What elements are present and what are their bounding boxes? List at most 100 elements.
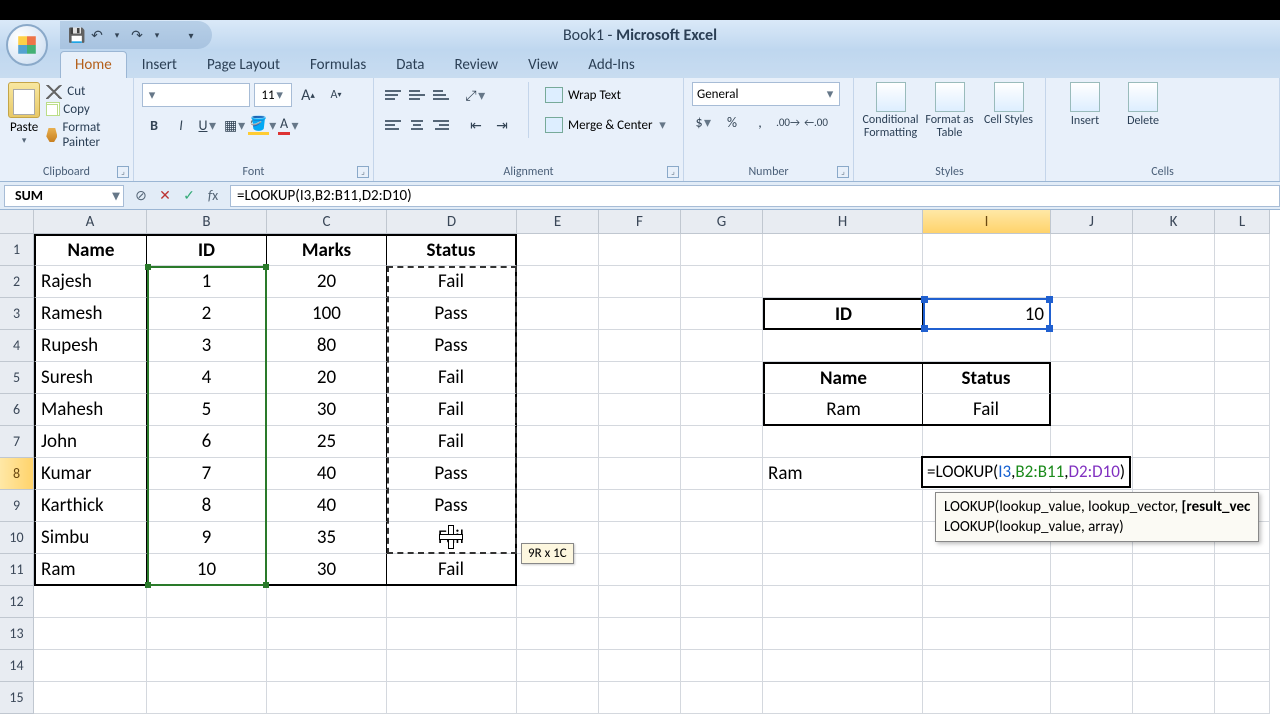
align-middle-button[interactable]	[406, 84, 428, 106]
cell[interactable]	[1215, 458, 1270, 490]
cell-styles-button[interactable]: Cell Styles	[980, 82, 1037, 140]
cell[interactable]: Simbu	[34, 522, 147, 554]
cell[interactable]	[599, 234, 681, 266]
cell[interactable]: 25	[267, 426, 387, 458]
cell[interactable]	[34, 586, 147, 618]
cell[interactable]: Mahesh	[34, 394, 147, 426]
cell[interactable]	[517, 362, 599, 394]
cell[interactable]	[923, 266, 1051, 298]
cell[interactable]: ID	[147, 234, 267, 266]
accounting-format-button[interactable]: $▾	[692, 110, 716, 134]
cell[interactable]	[681, 618, 763, 650]
row-header-4[interactable]: 4	[0, 330, 34, 362]
cell[interactable]	[517, 618, 599, 650]
cell[interactable]	[517, 586, 599, 618]
cell[interactable]: Pass	[387, 298, 517, 330]
cell[interactable]: Marks	[267, 234, 387, 266]
tab-data[interactable]: Data	[381, 51, 439, 78]
cell[interactable]	[763, 682, 923, 714]
alignment-dialog-launcher[interactable]: ⌟	[667, 166, 679, 178]
col-header-A[interactable]: A	[34, 210, 147, 234]
worksheet[interactable]: ABCDEFGHIJKL 123456789101112131415 NameI…	[0, 210, 1280, 720]
qat-customize-icon[interactable]: ▾	[182, 26, 200, 44]
cell[interactable]	[681, 298, 763, 330]
cell[interactable]: 40	[267, 458, 387, 490]
cell[interactable]: 20	[267, 362, 387, 394]
redo-dropdown-icon[interactable]: ▾	[148, 26, 166, 44]
cell[interactable]: Pass	[387, 330, 517, 362]
cell[interactable]	[147, 650, 267, 682]
col-header-H[interactable]: H	[763, 210, 923, 234]
bold-button[interactable]: B	[142, 113, 166, 137]
row-header-10[interactable]: 10	[0, 522, 34, 554]
cell[interactable]	[1133, 458, 1215, 490]
paste-dropdown-icon[interactable]: ▾	[22, 135, 27, 146]
undo-icon[interactable]: ↶	[88, 26, 106, 44]
col-header-E[interactable]: E	[517, 210, 599, 234]
cell[interactable]	[599, 490, 681, 522]
cell[interactable]	[517, 330, 599, 362]
cell[interactable]	[681, 330, 763, 362]
cell[interactable]: Ram	[34, 554, 147, 586]
cell[interactable]: 30	[267, 394, 387, 426]
delete-cells-button[interactable]: Delete	[1118, 82, 1168, 128]
cell[interactable]	[681, 682, 763, 714]
cell[interactable]	[923, 554, 1051, 586]
tab-page-layout[interactable]: Page Layout	[192, 51, 295, 78]
cell[interactable]	[599, 266, 681, 298]
cell[interactable]: Ramesh	[34, 298, 147, 330]
cell[interactable]	[1051, 554, 1133, 586]
fx-icon[interactable]: fx	[202, 185, 224, 207]
cell[interactable]	[1133, 618, 1215, 650]
cell[interactable]	[387, 682, 517, 714]
cell[interactable]	[599, 618, 681, 650]
cell[interactable]	[387, 650, 517, 682]
cell[interactable]: Fail	[387, 554, 517, 586]
chevron-down-icon[interactable]: ▾	[111, 187, 121, 204]
cell[interactable]	[681, 362, 763, 394]
cell[interactable]: Ram	[763, 458, 923, 490]
cell[interactable]	[34, 650, 147, 682]
cell[interactable]	[147, 586, 267, 618]
cell[interactable]	[763, 650, 923, 682]
cell[interactable]	[1133, 330, 1215, 362]
cell[interactable]	[1051, 362, 1133, 394]
cell[interactable]	[517, 298, 599, 330]
cell[interactable]: 10	[923, 298, 1051, 330]
cell[interactable]	[517, 650, 599, 682]
tab-addins[interactable]: Add-Ins	[573, 51, 650, 78]
cell[interactable]	[517, 682, 599, 714]
col-header-J[interactable]: J	[1051, 210, 1133, 234]
cell[interactable]	[147, 618, 267, 650]
cell[interactable]	[923, 650, 1051, 682]
cell[interactable]	[1133, 298, 1215, 330]
cell[interactable]	[267, 650, 387, 682]
decrease-indent-button[interactable]: ⇤	[464, 113, 488, 137]
cell[interactable]	[34, 618, 147, 650]
cell[interactable]: Fail	[387, 362, 517, 394]
cell[interactable]: Fail	[387, 394, 517, 426]
cell[interactable]	[1051, 586, 1133, 618]
cell[interactable]	[1133, 234, 1215, 266]
cell[interactable]	[1133, 650, 1215, 682]
cell[interactable]	[1215, 682, 1270, 714]
underline-button[interactable]: U▾	[196, 113, 220, 137]
cell[interactable]	[681, 426, 763, 458]
orientation-button[interactable]: ⤢▾	[464, 83, 488, 107]
col-header-D[interactable]: D	[387, 210, 517, 234]
cell[interactable]	[1133, 682, 1215, 714]
grow-font-button[interactable]: A▴	[296, 83, 320, 107]
cell[interactable]	[1051, 650, 1133, 682]
cell[interactable]: Rajesh	[34, 266, 147, 298]
cell[interactable]	[763, 490, 923, 522]
align-left-button[interactable]	[382, 114, 404, 136]
cell[interactable]	[1051, 266, 1133, 298]
cell[interactable]: 30	[267, 554, 387, 586]
row-header-11[interactable]: 11	[0, 554, 34, 586]
col-header-B[interactable]: B	[147, 210, 267, 234]
conditional-formatting-button[interactable]: Conditional Formatting	[862, 82, 919, 140]
cancel-icon[interactable]: ✕	[154, 185, 176, 207]
cell[interactable]	[1215, 394, 1270, 426]
cell[interactable]	[267, 586, 387, 618]
cell[interactable]	[147, 682, 267, 714]
